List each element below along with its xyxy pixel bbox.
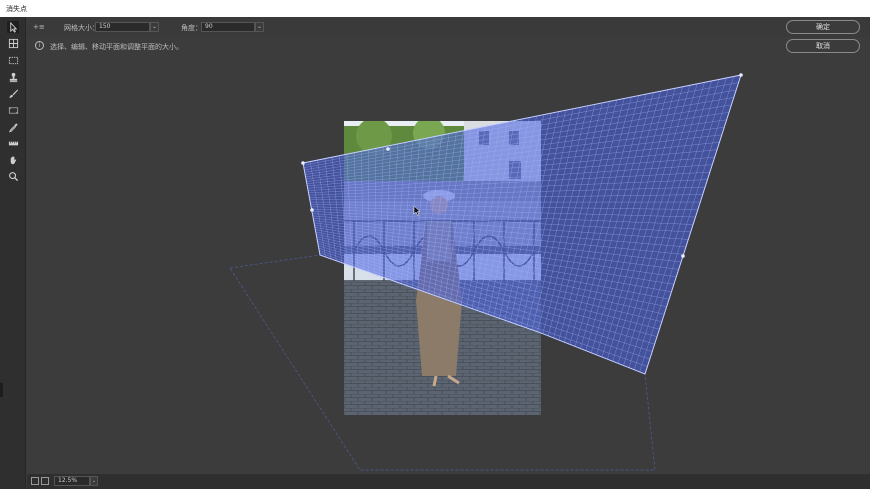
zoom-dropdown[interactable]: ⌄ [90, 476, 98, 486]
chevron-down-icon: ⌄ [256, 23, 263, 30]
angle-dropdown[interactable]: ⌄ [255, 22, 264, 32]
grid-size-label: 网格大小： [64, 24, 99, 32]
hand-icon [10, 155, 16, 164]
zoom-tool[interactable] [7, 170, 19, 182]
view-toggle-icon[interactable] [41, 477, 49, 485]
grid-plane-icon [8, 38, 18, 48]
edit-plane-tool[interactable] [7, 21, 19, 33]
window-title: 消失点 [6, 5, 27, 13]
options-corner-mark: +≡ [33, 23, 45, 31]
stamp-icon [9, 72, 17, 82]
zoom-field[interactable]: 12.5% [54, 476, 90, 486]
view-toggle-icon[interactable] [31, 477, 39, 485]
angle-label: 角度： [181, 24, 202, 32]
transform-tool[interactable] [7, 104, 19, 116]
info-bar: i 选择、编辑、移动平面和调整平面的大小。 [27, 37, 777, 55]
info-text: 选择、编辑、移动平面和调整平面的大小。 [50, 43, 183, 51]
arrow-cursor-icon [9, 21, 17, 33]
options-bar: +≡ 网格大小： 150 ⌄ 角度： 90 ⌄ [27, 17, 870, 37]
chevron-down-icon: ⌄ [151, 23, 158, 30]
marquee-icon [8, 56, 18, 64]
create-plane-tool[interactable] [7, 37, 19, 49]
eyedropper-tool[interactable] [7, 121, 19, 133]
grid-size-dropdown[interactable]: ⌄ [150, 22, 159, 32]
scroll-handle[interactable] [0, 383, 3, 397]
chevron-down-icon: ⌄ [91, 478, 97, 484]
title-bar: 消失点 [0, 0, 870, 17]
ruler-icon [8, 141, 18, 145]
tool-palette [0, 17, 26, 489]
document-image [344, 121, 541, 415]
hand-tool[interactable] [7, 154, 19, 166]
grid-size-field[interactable]: 150 [95, 22, 150, 32]
measure-tool[interactable] [7, 137, 19, 149]
cancel-button[interactable]: 取消 [786, 39, 860, 53]
photo-artwork [344, 121, 541, 415]
ok-button[interactable]: 确定 [786, 20, 860, 34]
info-icon: i [35, 41, 44, 50]
magnifier-icon [8, 171, 18, 181]
eyedropper-icon [8, 122, 18, 132]
angle-field[interactable]: 90 [201, 22, 255, 32]
marquee-tool[interactable] [7, 54, 19, 66]
status-bar: 12.5% ⌄ [27, 474, 870, 489]
brush-icon [8, 88, 18, 98]
transform-icon [8, 106, 18, 114]
brush-tool[interactable] [7, 87, 19, 99]
stamp-tool[interactable] [7, 71, 19, 83]
